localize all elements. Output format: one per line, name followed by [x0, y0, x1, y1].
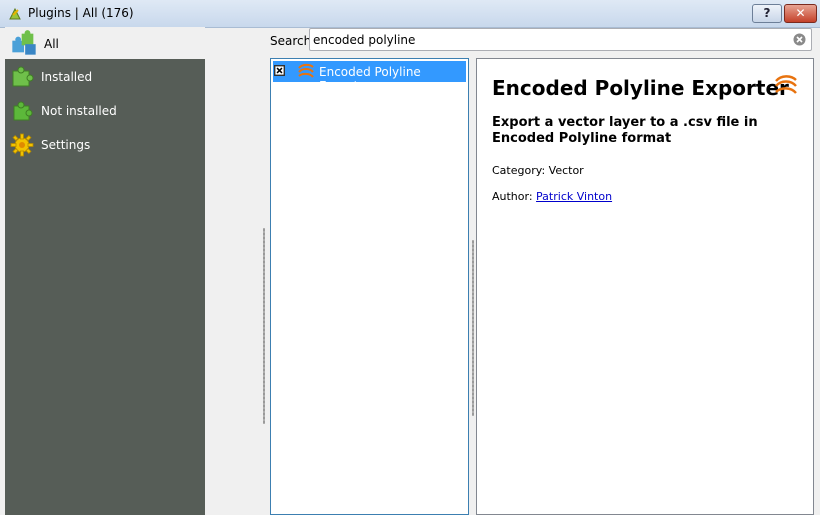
sidebar-item-all[interactable]: All	[5, 27, 205, 59]
search-label: Search	[270, 34, 312, 48]
sidebar-item-label: Not installed	[41, 104, 117, 118]
gear-icon	[10, 133, 34, 157]
polyline-plugin-icon	[296, 63, 316, 81]
window-title: Plugins | All (176)	[28, 6, 134, 20]
sidebar-item-label: Installed	[41, 70, 93, 84]
plugins-all-icon	[12, 30, 36, 55]
author-link[interactable]: Patrick Vinton	[536, 190, 612, 203]
category-sidebar: All Installed Not installed Settings	[5, 27, 205, 515]
search-field[interactable]	[309, 28, 812, 51]
plugin-list: Encoded Polyline Exporter	[270, 58, 469, 515]
author-label: Author:	[492, 190, 533, 203]
polyline-plugin-icon	[775, 75, 797, 94]
plugin-title: Encoded Polyline Exporter	[492, 76, 789, 100]
sidebar-item-installed[interactable]: Installed	[5, 61, 205, 93]
sidebar-item-label: Settings	[41, 138, 91, 152]
list-item[interactable]: Encoded Polyline Exporter	[273, 61, 466, 93]
sidebar-item-not-installed[interactable]: Not installed	[5, 95, 205, 127]
plugin-enabled-checkbox[interactable]	[274, 65, 285, 76]
plugin-name-label: Encoded Polyline Exporter	[319, 65, 421, 93]
puzzle-installed-icon	[12, 66, 34, 87]
list-splitter-handle[interactable]	[472, 240, 474, 416]
window-titlebar: Plugins | All (176) ? ✕	[0, 0, 820, 28]
help-button[interactable]: ?	[752, 4, 782, 23]
puzzle-not-installed-icon	[13, 101, 33, 121]
clear-search-icon[interactable]	[793, 33, 806, 46]
plugin-details-panel: Encoded Polyline Exporter Export a vecto…	[476, 58, 814, 515]
search-input[interactable]	[313, 31, 783, 48]
sidebar-item-settings[interactable]: Settings	[5, 129, 205, 161]
plugin-category: Category: Vector	[492, 164, 584, 177]
plugin-description: Export a vector layer to a .csv file in …	[492, 115, 758, 146]
plugin-author: Author: Patrick Vinton	[492, 190, 612, 203]
category-label: Category:	[492, 164, 546, 177]
sidebar-splitter-handle[interactable]	[263, 228, 265, 424]
sidebar-item-label: All	[44, 37, 59, 51]
qgis-app-icon	[9, 7, 21, 20]
category-value: Vector	[548, 164, 584, 177]
close-button[interactable]: ✕	[784, 4, 817, 23]
